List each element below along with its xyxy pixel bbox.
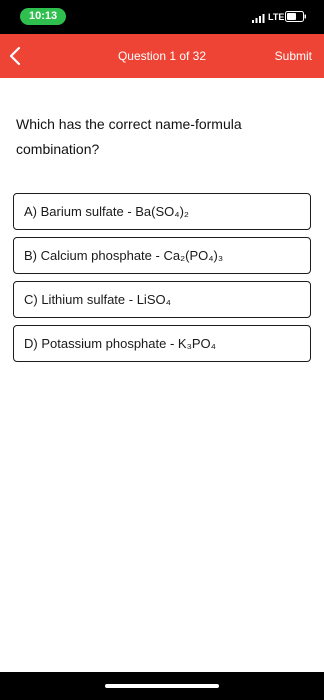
status-time: 10:13 (20, 8, 67, 25)
option-a-button[interactable]: A) Barium sulfate - Ba(SO₄)₂ (13, 193, 311, 230)
option-c-button[interactable]: C) Lithium sulfate - LiSO₄ (13, 281, 311, 318)
app-header: Question 1 of 32 Submit (0, 34, 324, 78)
question-text: Which has the correct name-formula combi… (16, 116, 242, 157)
home-bar (0, 672, 324, 700)
status-bar: 10:13 LTE (0, 0, 324, 34)
network-label: LTE (268, 12, 285, 22)
option-b-button[interactable]: B) Calcium phosphate - Ca₂(PO₄)₃ (13, 237, 311, 274)
chevron-left-icon[interactable] (6, 45, 26, 67)
battery-icon (285, 11, 306, 22)
signal-icon (252, 14, 265, 23)
submit-button[interactable]: Submit (275, 34, 312, 78)
option-d-button[interactable]: D) Potassium phosphate - K₃PO₄ (13, 325, 311, 362)
home-indicator[interactable] (105, 684, 219, 688)
answer-options: A) Barium sulfate - Ba(SO₄)₂ B) Calcium … (13, 193, 311, 369)
